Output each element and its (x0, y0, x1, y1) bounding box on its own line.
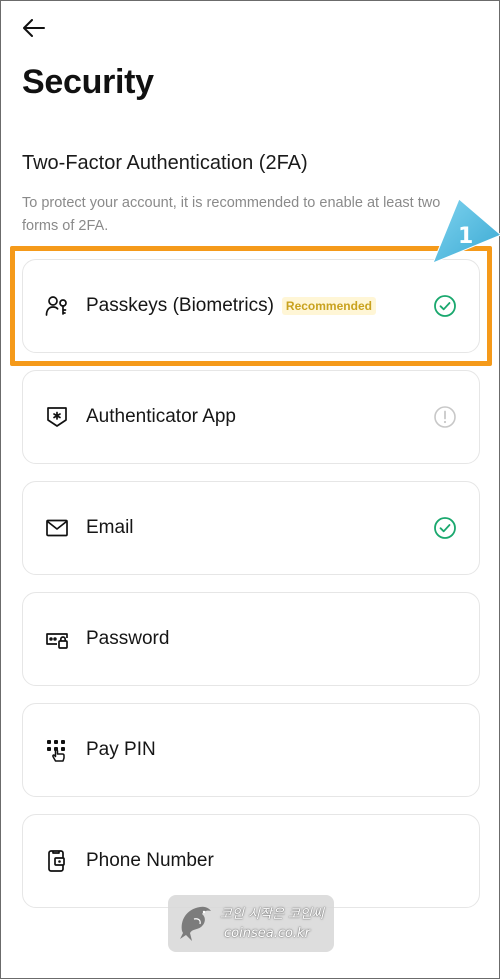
option-label: Email (86, 517, 134, 538)
step-marker-arrow: 1 (432, 198, 500, 264)
section-description: To protect your account, it is recommend… (22, 195, 441, 234)
check-circle-icon (433, 294, 457, 318)
option-label: Password (86, 628, 170, 649)
option-password[interactable]: Password (22, 592, 480, 686)
section-title: Two-Factor Authentication (2FA) (22, 152, 308, 174)
option-passkeys[interactable]: Passkeys (Biometrics) Recommended (22, 259, 480, 353)
option-pay-pin[interactable]: Pay PIN (22, 703, 480, 797)
watermark-url: coinsea.co.kr (224, 926, 310, 941)
option-label: Passkeys (Biometrics) Recommended (86, 295, 376, 317)
phone-icon (45, 849, 69, 873)
password-lock-icon (45, 627, 69, 651)
option-title: Passkeys (Biometrics) (86, 295, 274, 316)
page-title: Security (22, 63, 154, 101)
step-number: 1 (458, 224, 473, 249)
watermark: 코인 시작은 코인씨 coinsea.co.kr (168, 895, 334, 952)
envelope-icon (45, 516, 69, 540)
option-authenticator-app[interactable]: Authenticator App (22, 370, 480, 464)
arrow-left-icon (23, 19, 45, 37)
option-phone-number[interactable]: Phone Number (22, 814, 480, 908)
check-circle-icon (433, 516, 457, 540)
dolphin-logo-icon (180, 906, 211, 941)
warning-circle-icon (433, 405, 457, 429)
option-label: Authenticator App (86, 406, 236, 427)
option-email[interactable]: Email (22, 481, 480, 575)
keypad-icon (45, 738, 69, 762)
back-button[interactable] (19, 13, 49, 43)
option-label: Pay PIN (86, 739, 156, 760)
authenticator-shield-icon (45, 405, 69, 429)
watermark-slogan: 코인 시작은 코인씨 (220, 907, 324, 922)
option-label: Phone Number (86, 850, 214, 871)
passkey-user-icon (45, 294, 69, 318)
recommended-badge: Recommended (281, 297, 376, 315)
phone-screen: Security Two-Factor Authentication (2FA)… (0, 0, 500, 979)
